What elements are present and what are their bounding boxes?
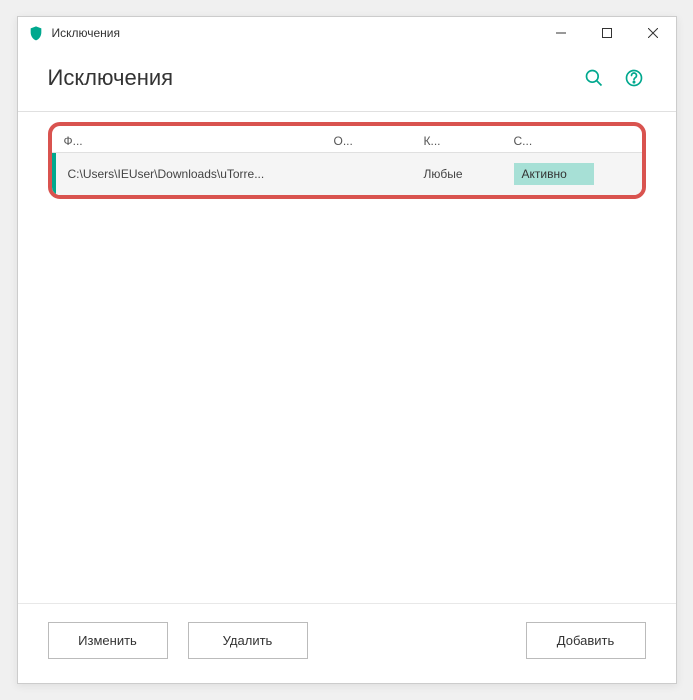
page-title: Исключения	[48, 65, 566, 91]
col-object: О...	[334, 134, 424, 148]
cell-component: Любые	[424, 167, 514, 181]
table-row[interactable]: C:\Users\IEUser\Downloads\uTorre... Любы…	[52, 153, 642, 195]
edit-button[interactable]: Изменить	[48, 622, 168, 659]
col-status: С...	[514, 134, 630, 148]
status-badge: Активно	[514, 163, 594, 185]
window-title: Исключения	[52, 26, 538, 40]
footer: Изменить Удалить Добавить	[18, 603, 676, 683]
minimize-button[interactable]	[538, 17, 584, 49]
content-area: Ф... О... К... С... C:\Users\IEUser\Down…	[18, 112, 676, 603]
table-header: Ф... О... К... С...	[52, 126, 642, 153]
close-button[interactable]	[630, 17, 676, 49]
search-icon[interactable]	[582, 66, 606, 90]
page-header: Исключения	[18, 49, 676, 112]
maximize-button[interactable]	[584, 17, 630, 49]
col-component: К...	[424, 134, 514, 148]
exclusions-table: Ф... О... К... С... C:\Users\IEUser\Down…	[48, 122, 646, 199]
cell-file: C:\Users\IEUser\Downloads\uTorre...	[68, 167, 334, 181]
shield-icon	[28, 25, 44, 41]
spacer	[328, 622, 506, 659]
delete-button[interactable]: Удалить	[188, 622, 308, 659]
app-window: Исключения Исключения Ф... О... К	[17, 16, 677, 684]
help-icon[interactable]	[622, 66, 646, 90]
add-button[interactable]: Добавить	[526, 622, 646, 659]
col-file: Ф...	[64, 134, 334, 148]
titlebar: Исключения	[18, 17, 676, 49]
window-controls	[538, 17, 676, 49]
